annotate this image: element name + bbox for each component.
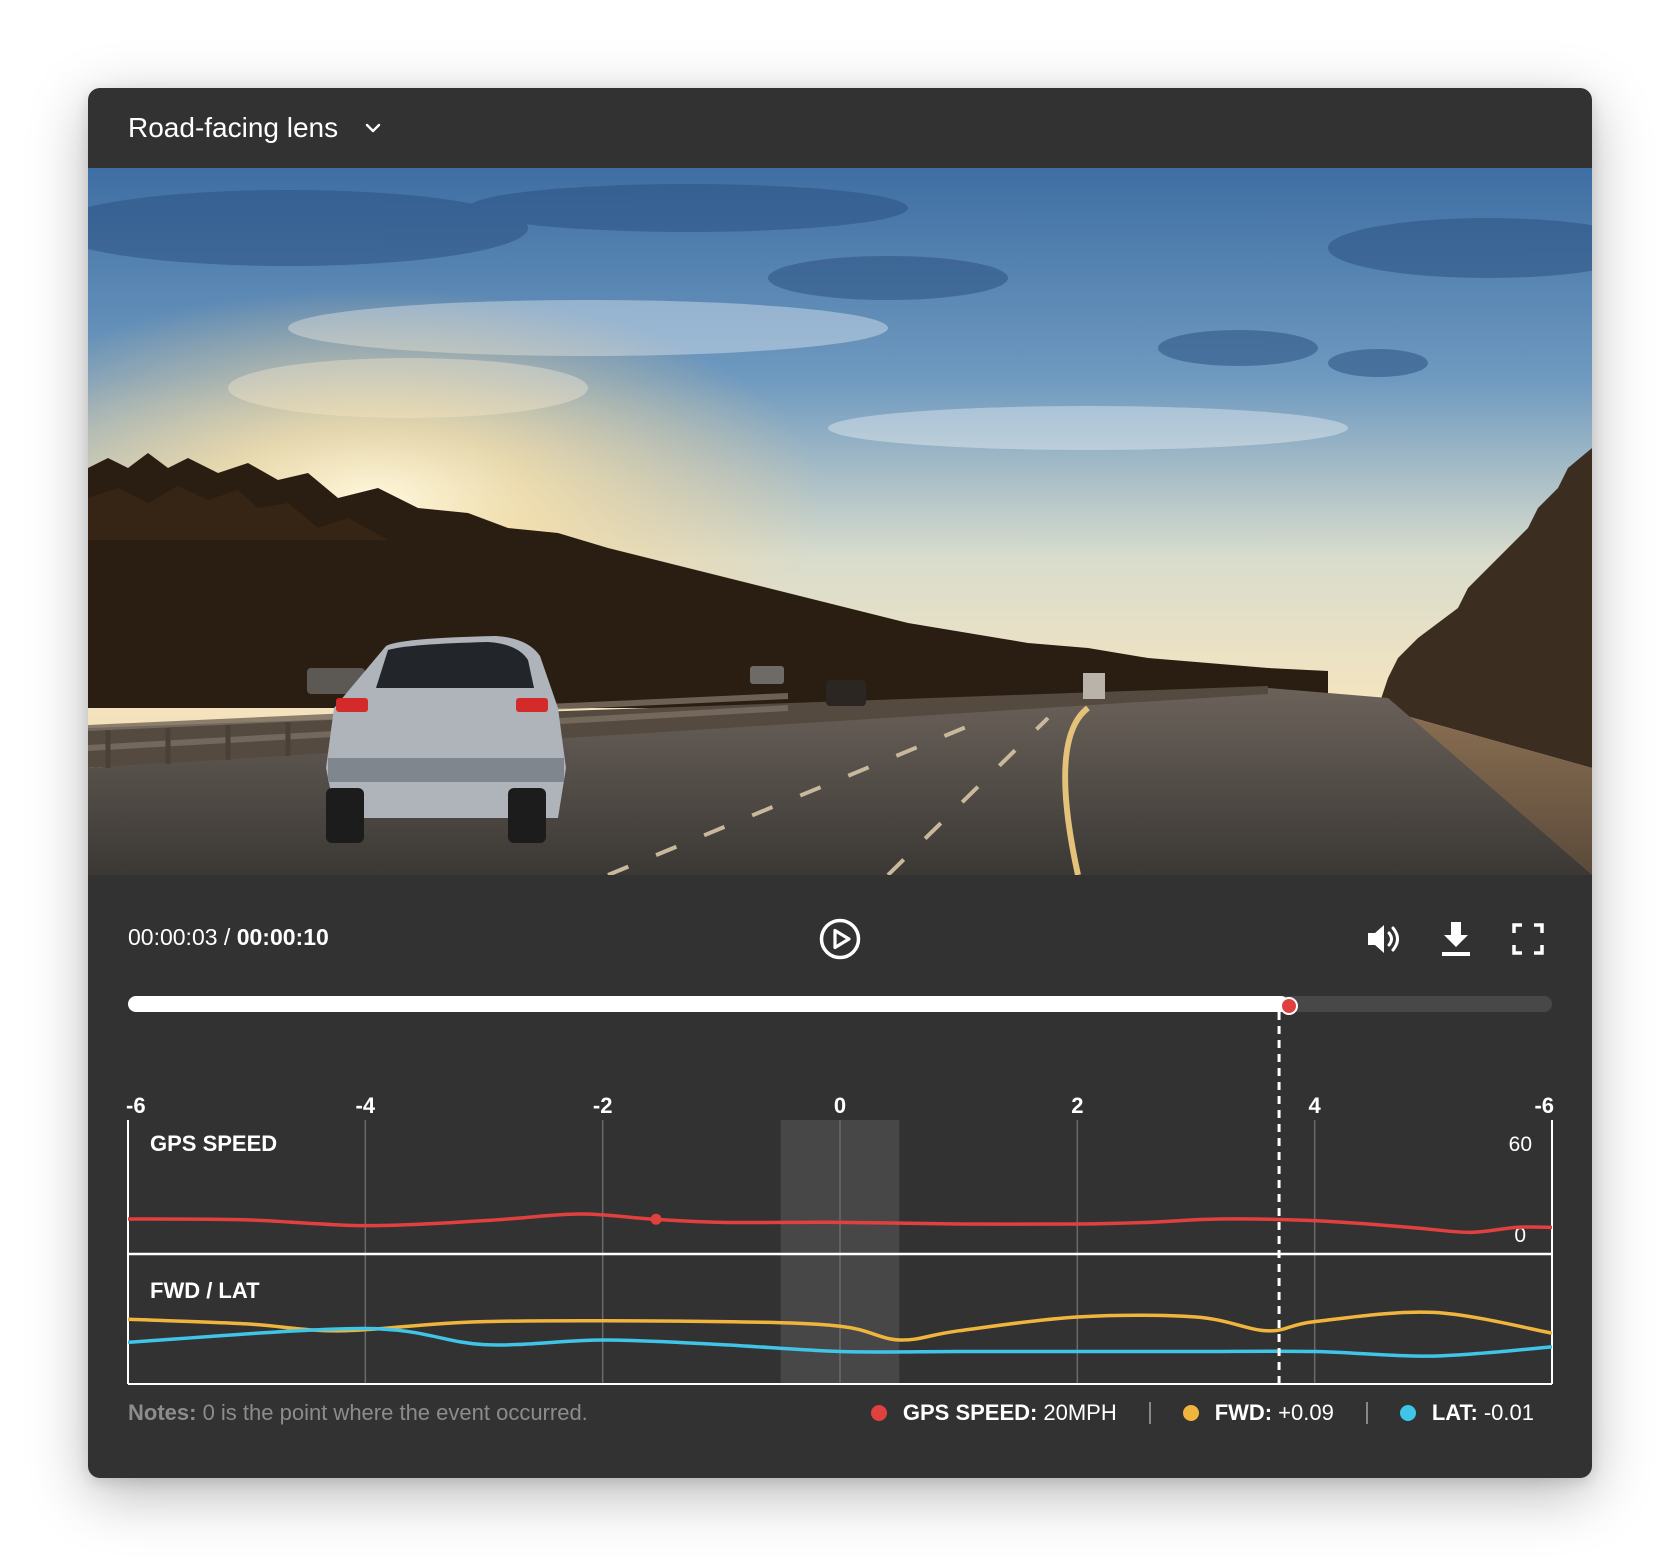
x-tick-label: -2: [593, 1093, 613, 1118]
legend-item-gps-speed: GPS SPEED: 20MPH: [870, 1400, 1117, 1426]
fullscreen-icon[interactable]: [1508, 919, 1548, 959]
legend-divider: [1148, 1402, 1151, 1424]
download-icon[interactable]: [1436, 919, 1476, 959]
legend-dot: [1399, 1405, 1416, 1421]
event-window: [780, 1120, 900, 1384]
legend-label: FWD:: [1214, 1400, 1273, 1425]
progress-bar[interactable]: [128, 996, 1552, 1015]
y-max-label: 60: [1509, 1133, 1532, 1156]
notes-text: 0 is the point where the event occurred.: [196, 1400, 588, 1425]
legend-label: GPS SPEED:: [902, 1400, 1038, 1425]
y-min-label: 0: [1514, 1224, 1526, 1247]
legend-label: LAT:: [1431, 1400, 1478, 1425]
x-tick-label: -6: [1534, 1093, 1554, 1118]
chevron-down-icon: [365, 123, 381, 133]
series-line-lat: [127, 1326, 1553, 1358]
legend-item-fwd: FWD: +0.09: [1182, 1400, 1334, 1426]
volume-icon[interactable]: [1364, 919, 1404, 959]
series-line-gps-speed: [127, 1212, 1553, 1235]
series-marker-gps-speed: [650, 1213, 662, 1225]
lens-dropdown[interactable]: Road-facing lens: [128, 110, 384, 146]
notes-label: Notes:: [128, 1400, 197, 1425]
x-tick-label: -4: [356, 1093, 376, 1118]
x-tick-label: 0: [834, 1093, 846, 1118]
x-tick-label: -6: [126, 1093, 146, 1118]
video-player-card: Road-facing lens 00:00:03 / 00:00:10 -6 …: [88, 88, 1592, 1478]
progress-handle[interactable]: [1279, 997, 1298, 1015]
legend-item-lat: LAT: -0.01: [1399, 1400, 1534, 1426]
legend-value: -0.01: [1483, 1400, 1534, 1425]
total-time: 00:00:10: [236, 924, 329, 950]
time-separator: /: [217, 924, 237, 950]
legend-dot: [1182, 1405, 1199, 1421]
progress-fill: [128, 996, 1289, 1012]
panel-title-gps-speed: GPS SPEED: [150, 1131, 277, 1156]
current-time: 00:00:03: [128, 924, 218, 950]
lens-dropdown-label: Road-facing lens: [128, 112, 339, 143]
x-tick-label: 4: [1309, 1093, 1322, 1118]
notes: Notes: 0 is the point where the event oc…: [128, 1400, 588, 1426]
panel-title-fwd-lat: FWD / LAT: [150, 1278, 260, 1303]
play-icon[interactable]: [818, 917, 862, 961]
road-scene-image: [88, 168, 1592, 875]
legend-value: +0.09: [1278, 1400, 1334, 1425]
time-display: 00:00:03 / 00:00:10: [128, 924, 329, 951]
legend-divider: [1365, 1402, 1368, 1424]
chart-legend: GPS SPEED: 20MPH FWD: +0.09 LAT: -0.01: [870, 1400, 1534, 1426]
video-frame[interactable]: [88, 168, 1592, 875]
series-line-fwd: [127, 1310, 1553, 1342]
x-tick-label: 2: [1071, 1093, 1083, 1118]
legend-dot: [870, 1405, 887, 1421]
legend-value: 20MPH: [1043, 1400, 1117, 1425]
